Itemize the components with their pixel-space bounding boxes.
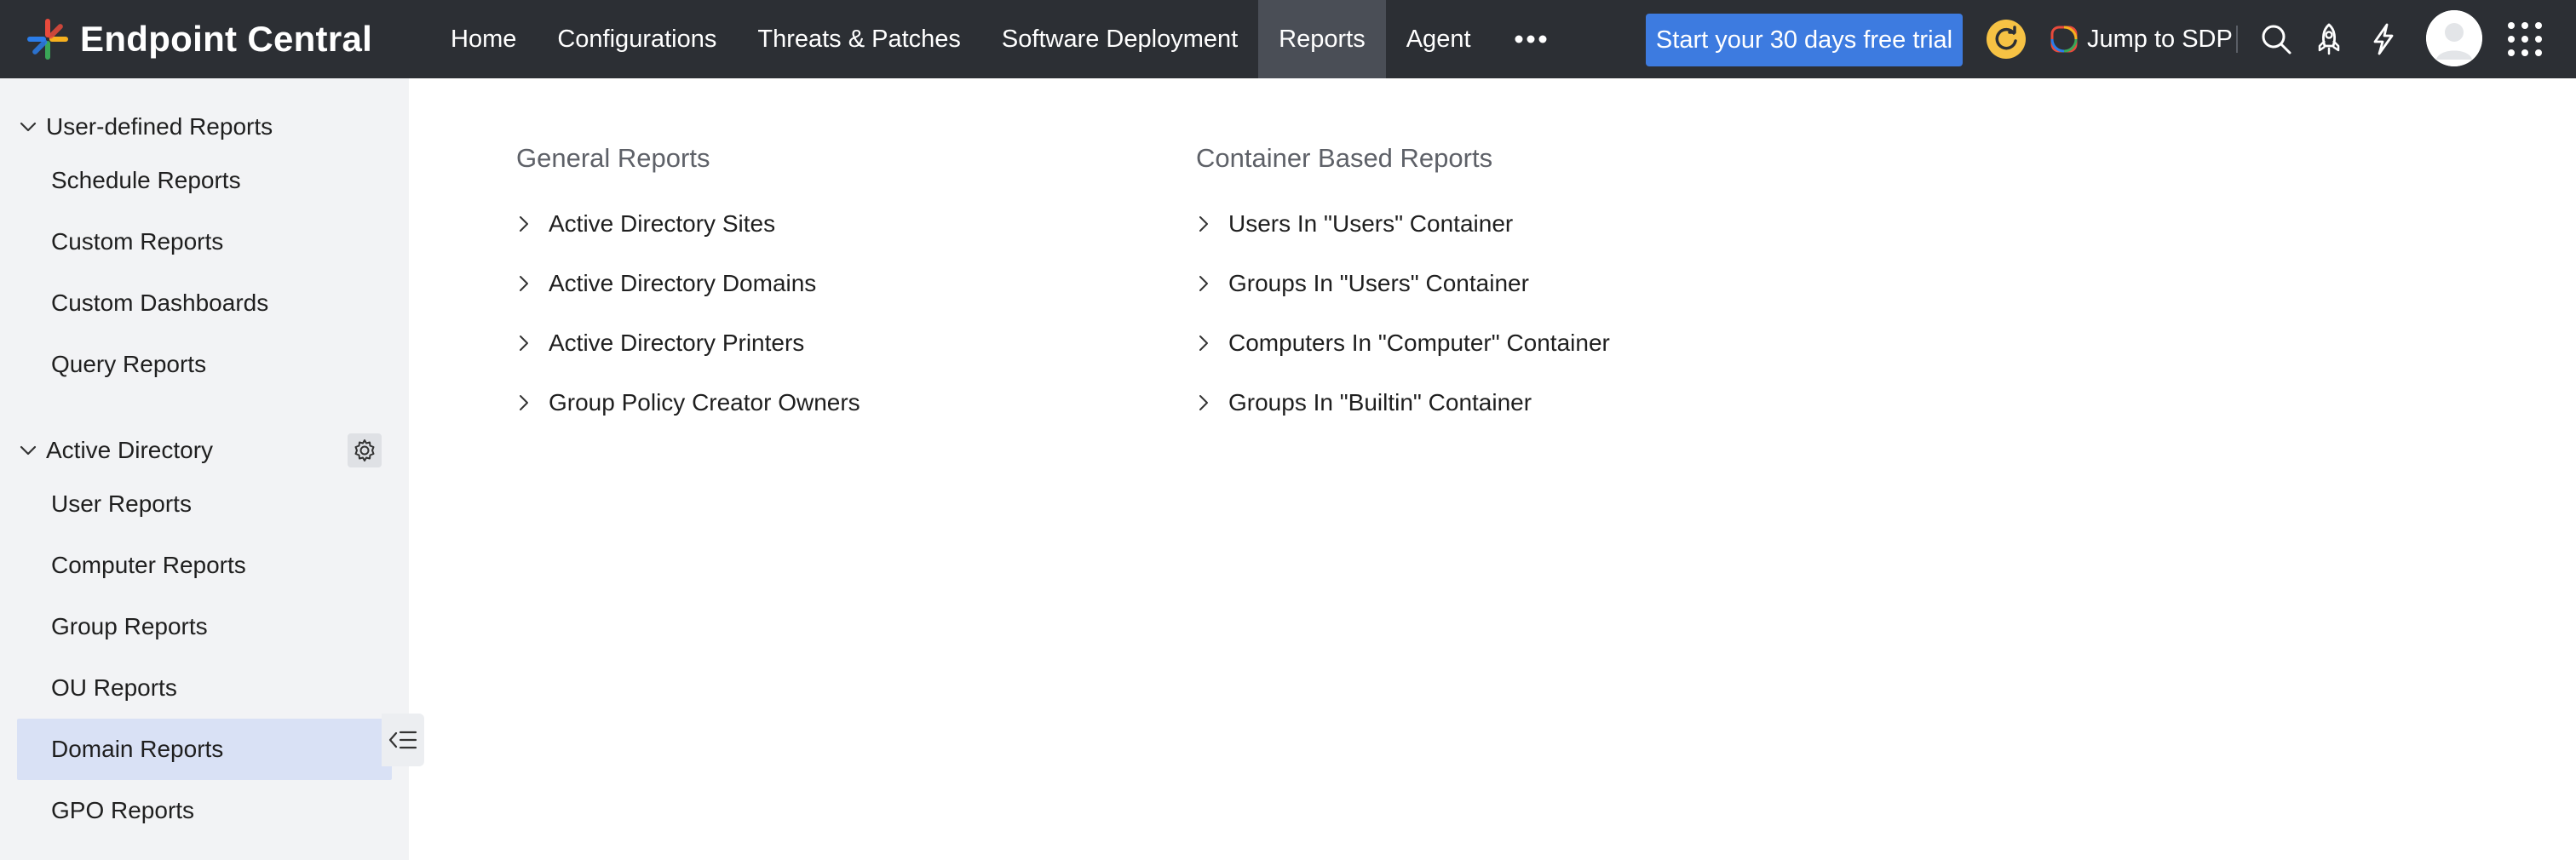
refresh-badge-button[interactable] bbox=[1981, 14, 2032, 65]
lightning-icon bbox=[2373, 23, 2394, 55]
gear-icon bbox=[354, 439, 375, 462]
chevron-right-icon bbox=[1199, 216, 1208, 232]
sidebar-item-ou-reports[interactable]: OU Reports bbox=[17, 657, 392, 719]
sidebar-item-group-reports[interactable]: Group Reports bbox=[17, 596, 392, 657]
chevron-right-icon bbox=[520, 335, 528, 351]
nav-software-deployment[interactable]: Software Deployment bbox=[981, 0, 1258, 78]
nav-threats-patches[interactable]: Threats & Patches bbox=[737, 0, 981, 78]
sidebar-item-query-reports[interactable]: Query Reports bbox=[17, 334, 392, 395]
active-directory-settings-button[interactable] bbox=[348, 433, 382, 467]
chevron-right-icon bbox=[520, 216, 528, 232]
nav-home[interactable]: Home bbox=[430, 0, 537, 78]
sidebar-item-user-reports[interactable]: User Reports bbox=[17, 473, 392, 535]
brand[interactable]: Endpoint Central bbox=[24, 12, 372, 66]
top-navigation-bar: Endpoint Central Home Configurations Thr… bbox=[0, 0, 2576, 78]
app-grid-icon bbox=[2508, 22, 2542, 56]
chevron-right-icon bbox=[1199, 276, 1208, 291]
collapse-sidebar-button[interactable] bbox=[382, 714, 424, 766]
chevron-down-icon bbox=[20, 445, 37, 456]
report-link-label: Groups In "Builtin" Container bbox=[1228, 389, 1532, 416]
sdp-logo-icon bbox=[2050, 26, 2078, 53]
sidebar-section-user-defined-reports[interactable]: User-defined Reports bbox=[0, 96, 409, 158]
sidebar-section-title: User-defined Reports bbox=[46, 113, 273, 140]
sidebar-item-custom-reports[interactable]: Custom Reports bbox=[17, 211, 392, 272]
sidebar-item-computer-reports[interactable]: Computer Reports bbox=[17, 535, 392, 596]
app-name: Endpoint Central bbox=[80, 19, 373, 59]
report-link-computers-in-computer-container[interactable]: Computers In "Computer" Container bbox=[1194, 323, 1610, 364]
sidebar-item-custom-dashboards[interactable]: Custom Dashboards bbox=[17, 272, 392, 334]
sidebar: User-defined Reports Schedule Reports Cu… bbox=[0, 78, 409, 860]
report-link-label: Active Directory Printers bbox=[549, 330, 805, 356]
toolbar-divider bbox=[2236, 26, 2238, 53]
nav-reports[interactable]: Reports bbox=[1258, 0, 1386, 78]
report-link-label: Computers In "Computer" Container bbox=[1228, 330, 1610, 356]
refresh-badge-icon bbox=[1987, 20, 2026, 59]
free-trial-button[interactable]: Start your 30 days free trial bbox=[1646, 14, 1963, 66]
report-link-label: Group Policy Creator Owners bbox=[549, 389, 860, 416]
chevron-right-icon bbox=[1199, 335, 1208, 351]
nav-configurations[interactable]: Configurations bbox=[537, 0, 737, 78]
report-link-label: Active Directory Domains bbox=[549, 270, 817, 296]
main-nav: Home Configurations Threats & Patches So… bbox=[430, 0, 1570, 78]
chevron-right-icon bbox=[520, 276, 528, 291]
report-link-active-directory-sites[interactable]: Active Directory Sites bbox=[515, 204, 775, 244]
search-icon bbox=[2262, 25, 2291, 54]
app-switcher-button[interactable] bbox=[2499, 14, 2550, 65]
chevron-right-icon bbox=[520, 395, 528, 410]
report-link-label: Active Directory Sites bbox=[549, 210, 776, 237]
chevron-down-icon bbox=[20, 122, 37, 132]
collapse-menu-icon bbox=[388, 731, 417, 749]
rocket-icon bbox=[2318, 23, 2340, 55]
report-link-groups-in-users-container[interactable]: Groups In "Users" Container bbox=[1194, 263, 1529, 304]
quick-launch-button[interactable] bbox=[2303, 14, 2355, 65]
user-avatar-icon bbox=[2426, 10, 2482, 66]
container-based-reports-title: Container Based Reports bbox=[1196, 143, 1493, 173]
avatar[interactable] bbox=[2426, 10, 2482, 66]
more-menu-button[interactable] bbox=[1492, 0, 1570, 78]
report-link-group-policy-creator-owners[interactable]: Group Policy Creator Owners bbox=[515, 382, 860, 423]
sidebar-item-schedule-reports[interactable]: Schedule Reports bbox=[17, 150, 392, 211]
general-reports-title: General Reports bbox=[516, 143, 710, 173]
jump-to-sdp-link[interactable]: Jump to SDP bbox=[2050, 14, 2233, 65]
endpoint-central-logo-icon bbox=[27, 19, 68, 60]
more-horizontal-icon bbox=[1515, 35, 1547, 43]
search-button[interactable] bbox=[2251, 14, 2302, 65]
sidebar-section-title: Active Directory bbox=[46, 437, 214, 463]
whats-new-button[interactable] bbox=[2358, 14, 2409, 65]
report-link-users-in-users-container[interactable]: Users In "Users" Container bbox=[1194, 204, 1513, 244]
jump-to-sdp-label: Jump to SDP bbox=[2087, 25, 2233, 53]
sidebar-item-domain-reports[interactable]: Domain Reports bbox=[17, 719, 392, 780]
report-link-active-directory-domains[interactable]: Active Directory Domains bbox=[515, 263, 816, 304]
sidebar-item-gpo-reports[interactable]: GPO Reports bbox=[17, 780, 392, 841]
report-link-active-directory-printers[interactable]: Active Directory Printers bbox=[515, 323, 804, 364]
report-link-label: Groups In "Users" Container bbox=[1228, 270, 1529, 296]
nav-agent[interactable]: Agent bbox=[1386, 0, 1492, 78]
report-link-label: Users In "Users" Container bbox=[1228, 210, 1514, 237]
chevron-right-icon bbox=[1199, 395, 1208, 410]
report-link-groups-in-builtin-container[interactable]: Groups In "Builtin" Container bbox=[1194, 382, 1532, 423]
